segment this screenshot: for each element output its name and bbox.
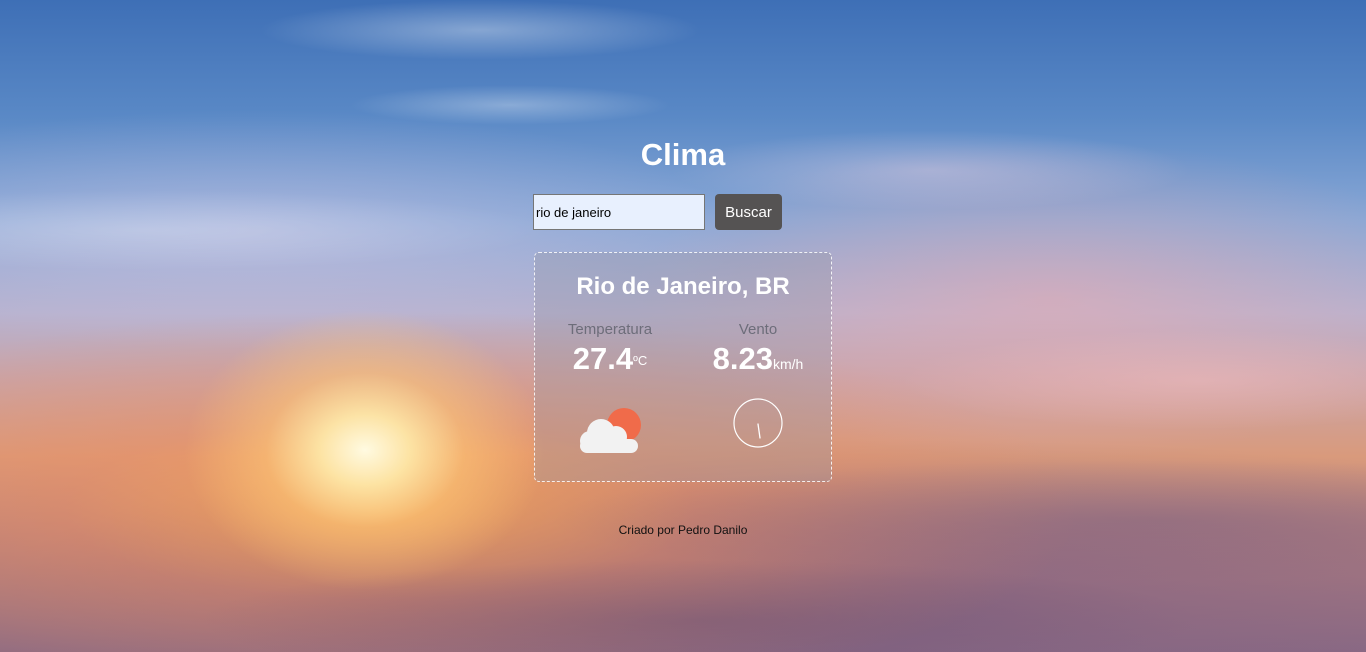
- weather-app: Clima Buscar Rio de Janeiro, BR Temperat…: [0, 0, 1366, 652]
- wind-direction-compass-icon: [733, 398, 783, 448]
- temperature-label: Temperatura: [567, 321, 653, 338]
- footer-credit: Criado por Pedro Danilo: [618, 523, 748, 537]
- weather-card: Rio de Janeiro, BR Temperatura 27.4ºC Ve…: [534, 252, 832, 482]
- wind-unit: km/h: [773, 356, 804, 372]
- temperature-block: Temperatura 27.4ºC: [540, 321, 680, 377]
- wind-label: Vento: [738, 321, 778, 338]
- city-name: Rio de Janeiro, BR: [576, 273, 790, 300]
- wind-block: Vento 8.23km/h: [688, 321, 828, 382]
- temperature-value-row: 27.4ºC: [540, 341, 680, 377]
- wind-value: 8.23: [712, 341, 773, 376]
- city-search-input[interactable]: [533, 194, 705, 230]
- search-button[interactable]: Buscar: [715, 194, 782, 230]
- temperature-unit: ºC: [633, 353, 648, 368]
- partly-cloudy-icon: [580, 408, 641, 453]
- search-form: Buscar: [533, 194, 782, 230]
- temperature-value: 27.4: [572, 341, 634, 376]
- wind-value-row: 8.23km/h: [688, 341, 828, 382]
- page-title: Clima: [640, 137, 726, 172]
